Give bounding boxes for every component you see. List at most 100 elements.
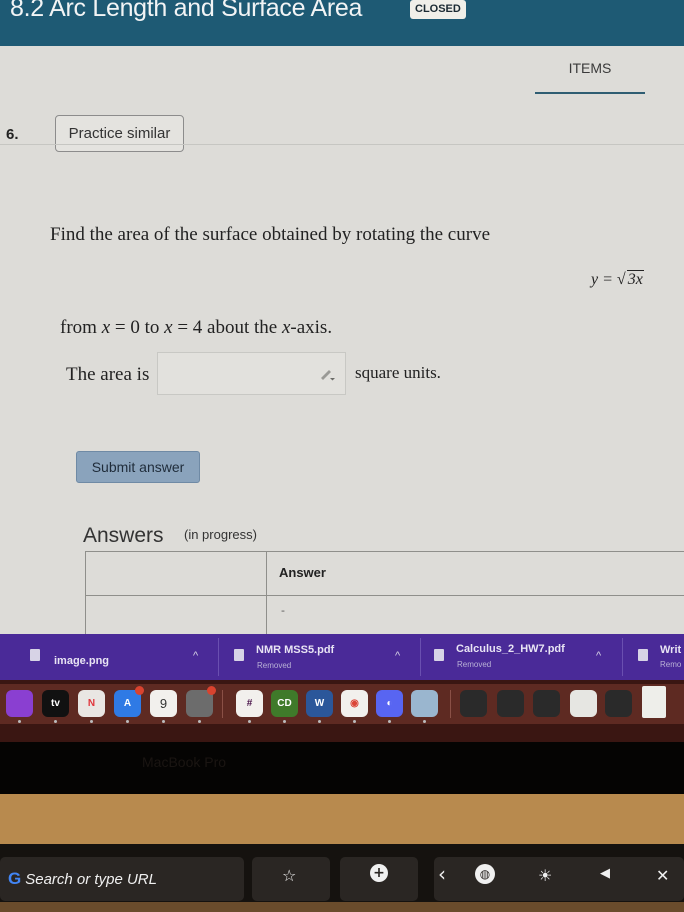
- pencil-icon[interactable]: [319, 367, 337, 381]
- minimized-window[interactable]: [460, 690, 487, 717]
- minimized-window[interactable]: [497, 690, 524, 717]
- answer-label: The area is: [66, 364, 150, 385]
- tab-items-label: ITEMS: [568, 60, 612, 76]
- equation-radicand: 3x: [626, 270, 644, 288]
- equation-lhs: y =: [591, 271, 617, 288]
- notification-badge: [135, 686, 144, 695]
- cd-icon: CD: [277, 698, 292, 709]
- keyboard-row: [0, 902, 684, 912]
- dock-app-cd[interactable]: CD: [271, 690, 298, 717]
- column-header-answer: Answer: [279, 565, 326, 580]
- download-status: Removed: [457, 660, 492, 669]
- dock-app-podcasts[interactable]: [6, 690, 33, 717]
- status-badge: CLOSED: [410, 0, 466, 19]
- chevron-up-icon[interactable]: ^: [596, 650, 601, 662]
- touch-bar: G Search or type URL ☆ + ‹ ◍ ☀ ◀ ✕: [0, 844, 684, 902]
- chevron-up-icon[interactable]: ^: [193, 650, 198, 662]
- mute-icon[interactable]: ✕: [656, 866, 669, 885]
- dock-app-word[interactable]: W: [306, 690, 333, 717]
- practice-similar-button[interactable]: Practice similar: [55, 115, 184, 152]
- download-filename: Calculus_2_HW7.pdf: [456, 643, 565, 655]
- brightness-icon[interactable]: ☀: [538, 866, 552, 885]
- dock-divider: [450, 690, 451, 718]
- table-cell: -: [281, 604, 285, 617]
- chevron-left-icon[interactable]: ‹: [438, 862, 446, 886]
- download-status: Remo: [660, 660, 682, 669]
- discord-icon: ◐: [386, 698, 393, 709]
- minimized-window[interactable]: [605, 690, 632, 717]
- download-filename: image.png: [54, 655, 110, 667]
- dock-app-news[interactable]: N: [78, 690, 105, 717]
- download-filename: NMR MSS5.pdf: [256, 644, 335, 656]
- dock-app-slack[interactable]: #: [236, 690, 263, 717]
- download-item[interactable]: image.png ^: [0, 634, 220, 680]
- radical-sign: √: [616, 271, 626, 288]
- dock-app-discord[interactable]: ◐: [376, 690, 403, 717]
- tab-items[interactable]: ITEMS: [535, 60, 645, 94]
- plus-icon: +: [370, 864, 388, 882]
- running-indicator: [283, 720, 286, 723]
- divider: [0, 144, 684, 145]
- submit-answer-button[interactable]: Submit answer: [76, 451, 200, 483]
- curve-equation: y = √ 3x: [591, 270, 644, 289]
- dock-divider: [222, 690, 223, 718]
- news-icon: N: [87, 698, 96, 709]
- running-indicator: [18, 720, 21, 723]
- assignment-title: 8.2 Arc Length and Surface Area: [10, 0, 363, 22]
- chevron-up-icon[interactable]: ^: [395, 650, 400, 662]
- chrome-icon: ◉: [350, 698, 359, 709]
- range-part: -axis.: [290, 317, 333, 338]
- running-indicator: [388, 720, 391, 723]
- laptop-hinge: [0, 794, 684, 844]
- download-item[interactable]: NMR MSS5.pdf Removed ^: [220, 634, 420, 680]
- dock-app-apple-tv[interactable]: tv: [42, 690, 69, 717]
- dock-app-preview[interactable]: [411, 690, 438, 717]
- range-part: = 4 about the: [172, 317, 282, 338]
- running-indicator: [54, 720, 57, 723]
- running-indicator: [126, 720, 129, 723]
- file-icon: [30, 649, 40, 661]
- dock: tv N A 9 # CD W ◉ ◐: [0, 680, 684, 742]
- laptop-brand: MacBook Pro: [142, 754, 227, 770]
- range-part: from: [60, 317, 102, 338]
- answer-input-box[interactable]: [157, 352, 346, 395]
- downloads-shelf: image.png ^ NMR MSS5.pdf Removed ^ Calcu…: [0, 634, 684, 680]
- answers-status: (in progress): [184, 527, 257, 542]
- running-indicator: [423, 720, 426, 723]
- running-indicator: [248, 720, 251, 723]
- file-icon: [234, 649, 244, 661]
- star-icon: ☆: [282, 866, 297, 885]
- dock-app-app-store[interactable]: A: [114, 686, 144, 717]
- tv-icon: tv: [51, 698, 60, 709]
- running-indicator: [318, 720, 321, 723]
- minimized-window[interactable]: [533, 690, 560, 717]
- download-filename: Writ: [660, 644, 682, 656]
- download-item[interactable]: Writ Remo: [622, 634, 684, 680]
- google-icon: G: [8, 869, 22, 888]
- minimized-window[interactable]: [570, 690, 597, 717]
- file-icon: [434, 649, 444, 661]
- running-indicator: [90, 720, 93, 723]
- question-content: ITEMS 6. Practice similar Find the area …: [0, 46, 684, 642]
- assignment-header: 8.2 Arc Length and Surface Area CLOSED: [0, 0, 684, 46]
- siri-icon[interactable]: ◍: [475, 864, 495, 884]
- tab-active-indicator: [535, 92, 645, 94]
- download-status: Removed: [257, 661, 292, 670]
- calendar-icon: 9: [159, 696, 168, 711]
- minimized-window[interactable]: [642, 686, 666, 718]
- notification-badge: [207, 686, 216, 695]
- screen: 8.2 Arc Length and Surface Area CLOSED I…: [0, 0, 684, 742]
- dock-app-chrome[interactable]: ◉: [341, 690, 368, 717]
- column-divider: [266, 552, 267, 642]
- dock-app-calendar[interactable]: 9: [150, 690, 177, 717]
- download-item[interactable]: Calculus_2_HW7.pdf Removed ^: [420, 634, 620, 680]
- dock-app-system-preferences[interactable]: [186, 686, 216, 717]
- volume-icon[interactable]: ◀: [600, 866, 610, 881]
- search-label: Search or type URL: [25, 870, 157, 888]
- row-divider: [86, 595, 684, 596]
- running-indicator: [162, 720, 165, 723]
- app-store-icon: A: [123, 698, 132, 709]
- area-answer-input[interactable]: [158, 353, 345, 394]
- touchbar-search[interactable]: G Search or type URL: [0, 857, 244, 901]
- range-var: x: [164, 317, 173, 338]
